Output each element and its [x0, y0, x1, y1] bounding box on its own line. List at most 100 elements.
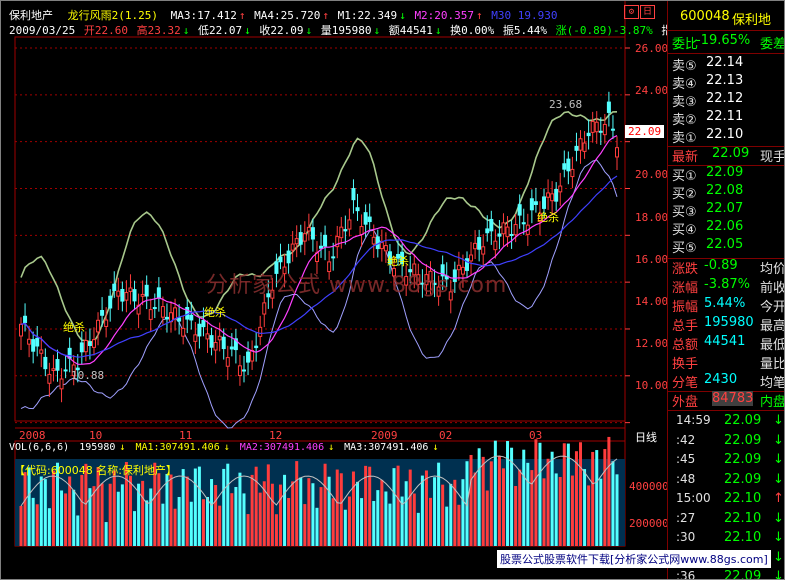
- tick-arrow: ↓: [773, 471, 784, 487]
- volume-bar: [19, 506, 23, 546]
- sell-label: 卖⑤: [672, 59, 697, 74]
- volume-header: VOL(6,6,6) 195980 ↓ MA1:307491.406 ↓ MA2:3…: [9, 442, 439, 453]
- inner-label: 内盘: [760, 395, 785, 410]
- volume-bar: [416, 512, 420, 546]
- candle-body: [602, 123, 607, 136]
- candle-body: [509, 233, 514, 236]
- volume-bar: [177, 496, 181, 546]
- stat-label: 总额: [672, 338, 699, 353]
- candle-body: [343, 229, 348, 232]
- settings-icon[interactable]: ⚙: [624, 5, 639, 19]
- volume-bar: [100, 483, 104, 546]
- volume-bar: [550, 451, 554, 546]
- stat-value: -3.87%: [704, 277, 750, 292]
- tick-arrow: ↓: [773, 569, 784, 580]
- high-annotation: 23.68: [549, 98, 583, 111]
- buy-price: 22.09: [706, 165, 744, 180]
- moving-averages: [20, 135, 618, 365]
- volume-bar: [360, 498, 364, 546]
- close-icon[interactable]: 日: [640, 5, 655, 19]
- candle-body: [43, 356, 48, 370]
- volume-bar: [254, 466, 258, 546]
- volume-bar: [554, 473, 558, 546]
- candle-body: [533, 201, 538, 205]
- stat-row: 总额 44541 最低: [668, 334, 784, 354]
- volume-bar: [562, 443, 566, 546]
- buy-row: 买① 22.09: [668, 165, 784, 185]
- volume-bar: [92, 486, 96, 546]
- volume-bar: [473, 472, 477, 546]
- stat-value: 5.44%: [704, 296, 746, 311]
- candle-body: [562, 163, 567, 170]
- stock-name-short: 保利地: [732, 13, 772, 28]
- volume-bar: [238, 472, 242, 546]
- candle-body: [574, 145, 579, 151]
- volume-bar: [226, 463, 230, 546]
- volume-bar: [611, 461, 615, 546]
- candle-body: [59, 378, 64, 390]
- volume-bar: [299, 477, 303, 546]
- tick-price: 22.09: [724, 432, 762, 448]
- volume-bar: [368, 466, 372, 546]
- tick-price: 22.09: [724, 569, 762, 580]
- buy-label: 买②: [672, 187, 697, 202]
- stat-label: 振幅: [672, 300, 699, 315]
- volume-value: 量195980: [320, 24, 372, 37]
- volume-bar: [335, 469, 339, 546]
- candle-body: [501, 222, 506, 235]
- candle-body: [189, 314, 194, 321]
- candle-body: [550, 193, 555, 202]
- vol-tick: 400000: [629, 480, 669, 493]
- volume-bar: [234, 486, 238, 546]
- volume-bar: [396, 465, 400, 546]
- volume-bar: [31, 497, 35, 546]
- ratio-label: 委比: [672, 37, 699, 52]
- volume-bar: [481, 456, 485, 546]
- tick-row: :27 22.10 ↓: [668, 510, 784, 531]
- x-tick: 2009: [371, 429, 398, 442]
- footer-banner[interactable]: 股票公式股票软件下载[分析家公式网www.88gs.com]: [497, 550, 771, 568]
- volume-bar: [189, 501, 193, 546]
- signal-label: 绝杀: [63, 321, 85, 334]
- volume-bar: [570, 475, 574, 546]
- vol-tick: 200000: [629, 517, 669, 530]
- volume-bar: [230, 493, 234, 546]
- candle-body: [160, 306, 165, 318]
- candle-body: [246, 351, 251, 363]
- candle-body: [63, 369, 68, 372]
- candle-body: [225, 357, 230, 367]
- candle-body: [181, 327, 186, 337]
- quote-panel: 600048 保利地 委比 -19.65% 委差 卖⑤ 22.14 卖④ 22.1…: [667, 1, 785, 580]
- volume-bar: [428, 497, 432, 546]
- sell-price: 22.14: [706, 55, 744, 70]
- candle-body: [35, 337, 40, 347]
- volume-bar: [64, 493, 68, 546]
- candle-body: [124, 292, 129, 301]
- candle-body: [505, 226, 510, 238]
- candle-body: [582, 142, 587, 152]
- candle-body: [148, 309, 153, 320]
- volume-bar: [538, 442, 542, 546]
- volume-bar: [185, 476, 189, 546]
- tick-time: :27: [676, 510, 696, 525]
- volume-bar: [501, 468, 505, 546]
- candle-body: [152, 307, 157, 310]
- volume-bar: [76, 515, 80, 546]
- candle-body: [164, 316, 169, 320]
- volume-bar: [72, 489, 76, 546]
- stat-label: 分笔: [672, 376, 699, 391]
- volume-bar: [595, 450, 599, 546]
- volume-bar: [210, 479, 214, 546]
- candlesticks: [19, 91, 619, 403]
- volume-bar: [497, 456, 501, 546]
- tick-arrow: ↓: [773, 413, 784, 428]
- y-tick: 20.00: [635, 168, 669, 181]
- volume-bar: [274, 514, 278, 546]
- candle-body: [286, 250, 291, 264]
- candle-body: [517, 204, 522, 216]
- latest-extra: 现手: [760, 150, 785, 165]
- period-label[interactable]: 日线: [635, 429, 657, 445]
- volume-bar: [43, 479, 47, 546]
- candle-body: [91, 339, 96, 348]
- close-value: 收22.09: [259, 24, 304, 37]
